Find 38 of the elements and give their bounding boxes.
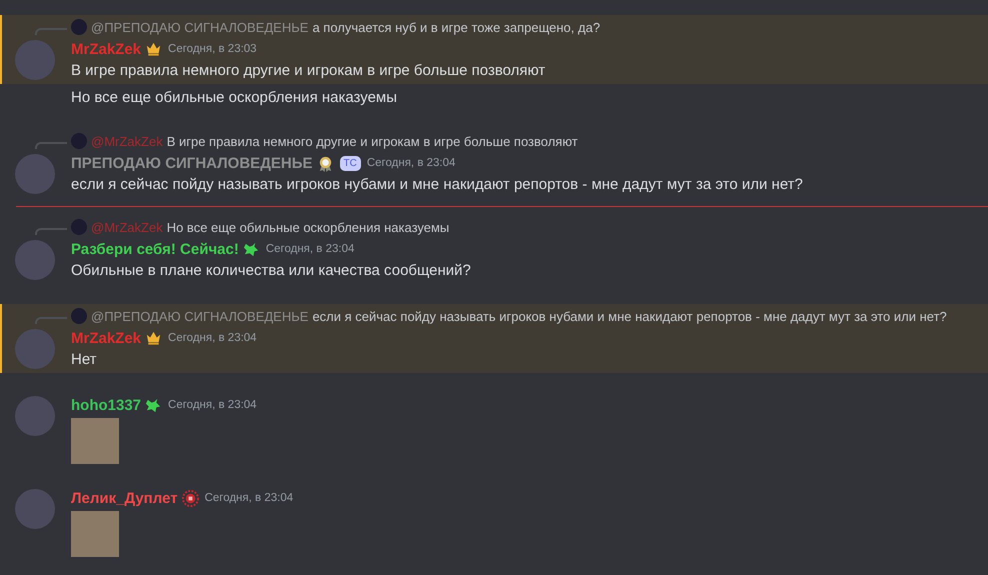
username[interactable]: hoho1337	[71, 396, 142, 414]
reply-connector	[35, 316, 67, 324]
reply-avatar	[71, 19, 87, 35]
reply-preview-text[interactable]: В игре правила немного другие и игрокам в игре больше позволяют	[166, 134, 578, 148]
reply-connector	[35, 142, 67, 148]
message-text: Но все еще обильные оскорбления наказуемы	[71, 88, 398, 108]
reply-avatar	[71, 308, 87, 324]
reply-preview-text[interactable]: а получается нуб и в игре тоже запрещено, да?	[312, 20, 600, 34]
timestamp: Сегодня, в 23:03	[168, 43, 257, 55]
user-avatar[interactable]	[15, 154, 55, 194]
reply-author-mention[interactable]: @ПРЕПОДАЮ СИГНАЛОВЕДЕНЬЕ	[91, 308, 308, 324]
timestamp: Сегодня, в 23:04	[266, 243, 354, 255]
username[interactable]: MrZakZek	[71, 330, 142, 346]
role-tag: ТС	[340, 156, 361, 170]
reply-avatar	[71, 133, 87, 149]
message-text: Нет	[71, 350, 98, 370]
timestamp: Сегодня, в 23:04	[204, 492, 294, 504]
reply-connector	[35, 28, 67, 34]
user-avatar[interactable]	[15, 329, 55, 369]
reply-preview-text[interactable]: Но все еще обильные оскорбления наказуемы	[166, 220, 450, 234]
user-avatar[interactable]	[15, 240, 55, 280]
reply-preview-text[interactable]: если я сейчас пойду называть игроков нубами и мне накидают репортов - мне дадут мут за это или нет?	[312, 308, 947, 324]
message-text: В игре правила немного другие и игрокам в игре больше позволяют	[71, 61, 546, 81]
message-text: Обильные в плане количества или качества сообщений?	[71, 261, 471, 281]
timestamp: Сегодня, в 23:04	[168, 399, 257, 411]
reply-connector	[35, 228, 67, 234]
user-avatar[interactable]	[15, 489, 55, 529]
timestamp: Сегодня, в 23:04	[366, 157, 456, 169]
timestamp: Сегодня, в 23:04	[168, 332, 257, 344]
message-text: если я сейчас пойду называть игроков нубами и мне накидают репортов - мне дадут мут за это или нет?	[71, 175, 803, 195]
username[interactable]: MrZakZek	[71, 40, 142, 58]
user-avatar[interactable]	[15, 396, 55, 436]
reply-author-mention[interactable]: @ПРЕПОДАЮ СИГНАЛОВЕДЕНЬЕ	[91, 20, 308, 34]
username[interactable]: ПРЕПОДАЮ СИГНАЛОВЕДЕНЬЕ	[71, 154, 313, 172]
username[interactable]: Разбери себя! Сейчас!	[71, 240, 239, 258]
reply-avatar	[71, 219, 87, 235]
user-avatar[interactable]	[15, 40, 55, 80]
username[interactable]: Лелик_Дуплет	[71, 490, 178, 506]
